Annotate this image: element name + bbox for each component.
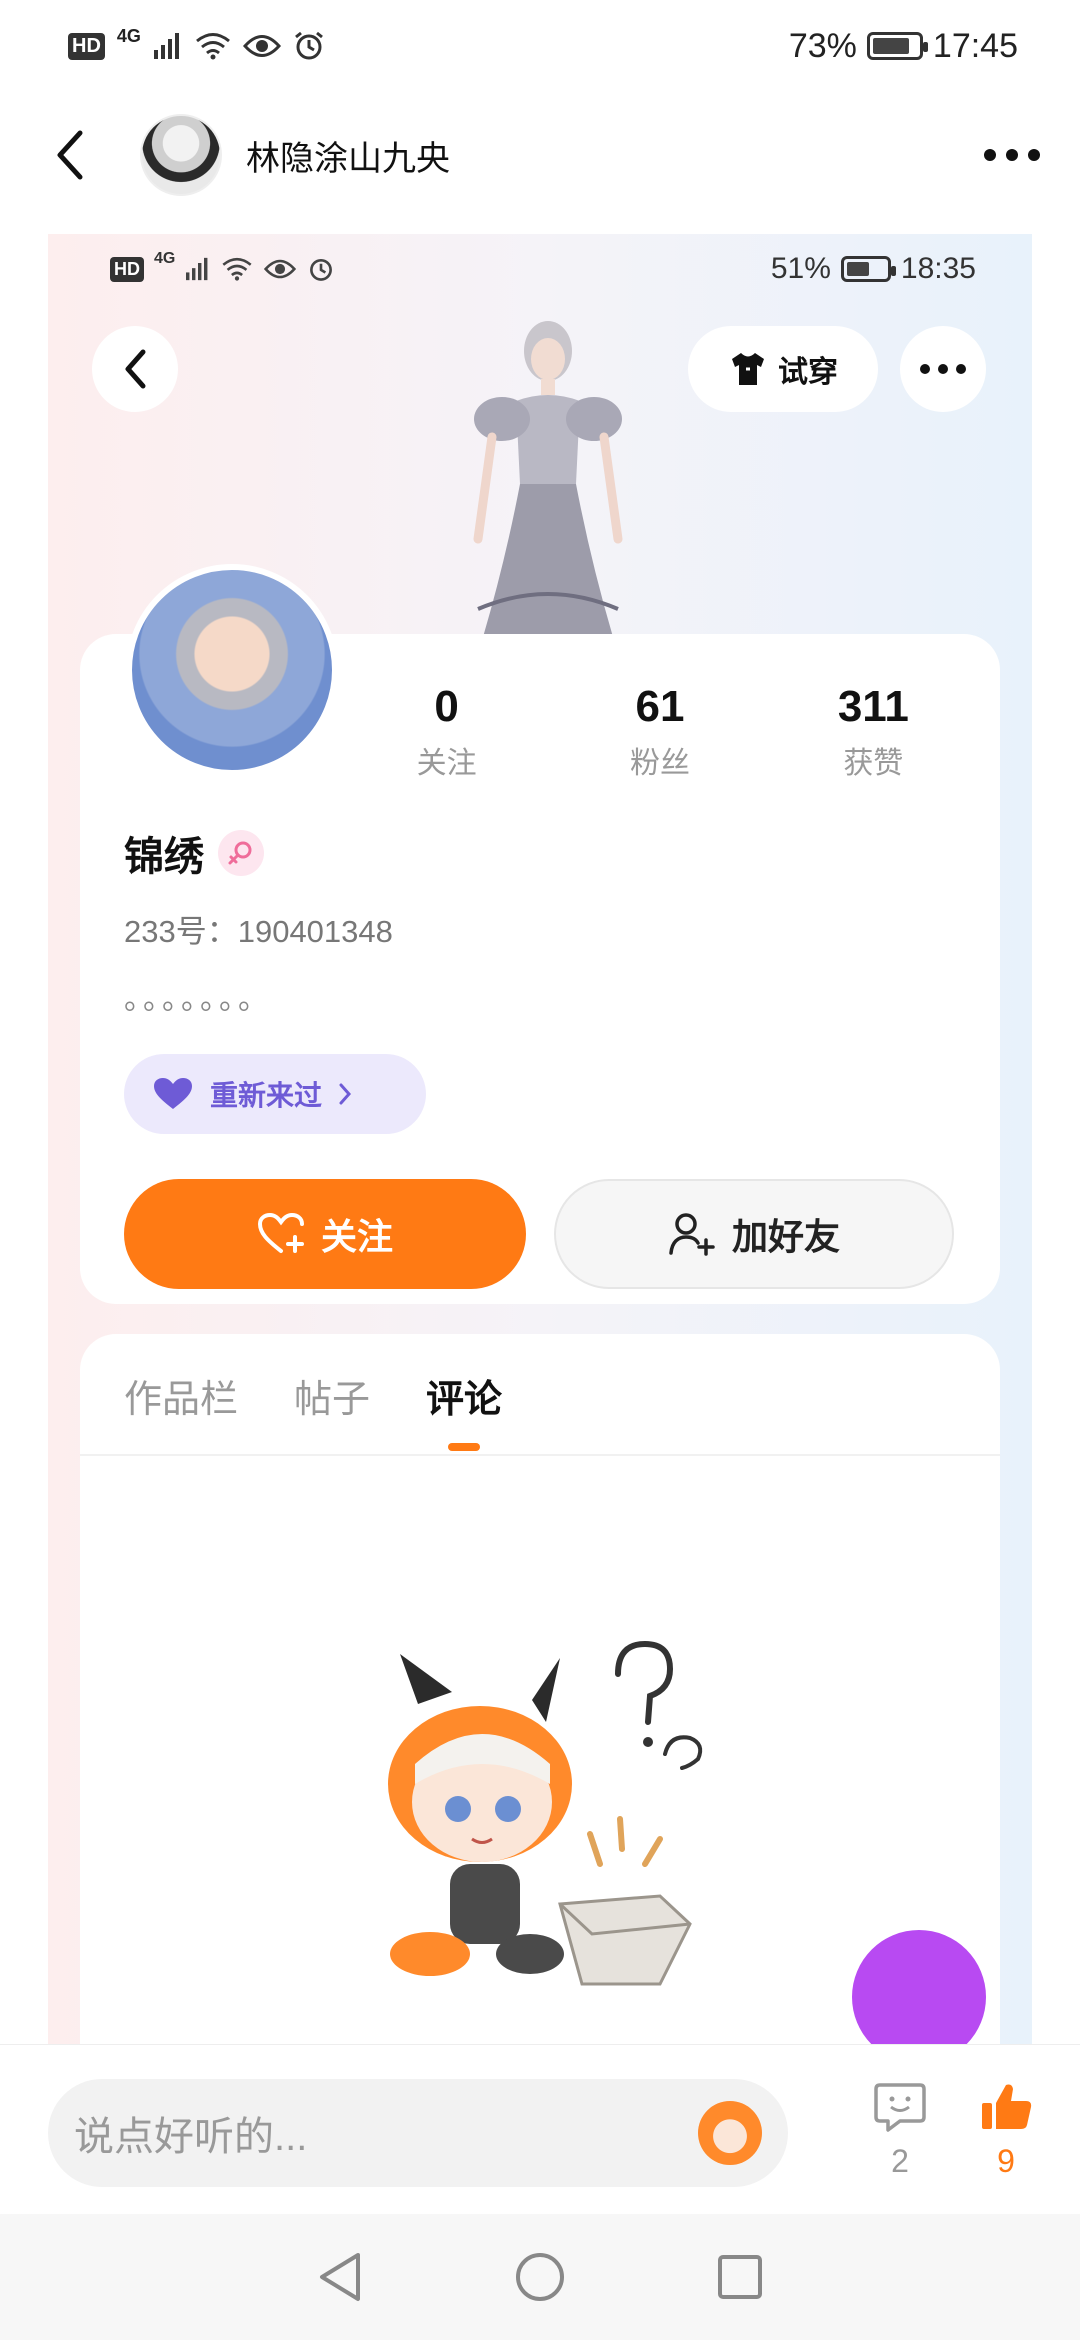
alarm-icon [310, 258, 333, 281]
status-right: 73% 17:45 [789, 27, 1018, 66]
chevron-left-icon [125, 349, 146, 389]
battery-fill [846, 262, 870, 276]
wifi-icon [222, 257, 252, 281]
comment-input[interactable]: 说点好听的... [48, 2079, 788, 2187]
heart-icon [154, 1078, 192, 1109]
chevron-left-icon [57, 130, 83, 180]
content-tabs-card: 作品栏 帖子 评论 [80, 1334, 1000, 2044]
inner-status-right: 51% 18:35 [771, 252, 976, 286]
nav-recents-icon[interactable] [716, 2253, 764, 2301]
stat-label: 关注 [416, 747, 477, 780]
username: 锦绣 [124, 835, 204, 879]
add-friend-label: 加好友 [731, 1216, 840, 1257]
inner-back-button[interactable] [92, 326, 178, 412]
signal-icon [153, 33, 179, 59]
follow-button[interactable]: 关注 [124, 1179, 526, 1289]
more-button[interactable] [984, 149, 1040, 161]
like-count: 9 [997, 2143, 1015, 2179]
thumbs-up-icon [982, 2084, 1032, 2129]
female-symbol-icon [228, 841, 252, 865]
more-dot-icon [984, 149, 996, 161]
hd-badge: HD [68, 32, 105, 60]
add-user-icon [669, 1213, 715, 1256]
battery-percent: 51% [770, 252, 831, 285]
bio: 。。。。。。。 [124, 983, 272, 1016]
follow-label: 关注 [320, 1216, 393, 1257]
comment-icon [874, 2083, 926, 2132]
inner-more-button[interactable] [900, 326, 986, 412]
header: 林隐涂山九央 [0, 100, 1080, 210]
system-nav-bar [0, 2214, 1080, 2340]
chevron-right-icon [339, 1083, 352, 1105]
heart-plus-icon [257, 1213, 304, 1253]
stat-value: 61 [635, 682, 685, 731]
shirt-icon [732, 353, 764, 385]
embedded-screenshot[interactable]: HD 4G 51% 18:35 试穿 0 关注 61 粉丝 311 获赞 锦绣 … [48, 234, 1032, 2044]
profile-avatar[interactable] [126, 564, 338, 776]
comment-button[interactable]: 2 [860, 2081, 940, 2180]
stat-followers[interactable]: 61 粉丝 [553, 682, 766, 782]
tab-comments[interactable]: 评论 [426, 1368, 502, 1423]
inner-status-left: HD 4G [110, 250, 335, 283]
username-row: 锦绣 [124, 824, 264, 882]
alarm-icon [294, 31, 323, 60]
clock: 17:45 [932, 26, 1018, 65]
tab-posts[interactable]: 帖子 [294, 1368, 370, 1423]
battery-fill [872, 38, 910, 54]
battery-icon [866, 32, 928, 60]
nav-home-icon[interactable] [514, 2251, 566, 2303]
stat-likes[interactable]: 311 获赞 [767, 682, 980, 782]
more-dot-icon [1028, 149, 1040, 161]
eye-icon [264, 259, 297, 279]
female-icon [218, 830, 264, 876]
comment-count: 2 [891, 2143, 909, 2179]
page-title: 林隐涂山九央 [246, 139, 450, 178]
divider [80, 1454, 1000, 1456]
avatar[interactable] [140, 114, 222, 196]
signal-icon [186, 257, 208, 281]
hd-badge: HD [110, 256, 144, 282]
try-on-button[interactable]: 试穿 [688, 326, 878, 412]
status-left: HD 4G [68, 26, 325, 62]
like-button[interactable]: 9 [966, 2081, 1046, 2180]
stat-following[interactable]: 0 关注 [340, 682, 553, 782]
battery-percent: 73% [788, 26, 857, 65]
restart-label: 重新来过 [210, 1080, 323, 1111]
more-icon [920, 364, 966, 374]
comment-placeholder: 说点好听的... [74, 2115, 308, 2159]
network-label: 4G [154, 250, 176, 267]
restart-button[interactable]: 重新来过 [124, 1054, 426, 1134]
try-on-label: 试穿 [778, 356, 838, 389]
tab-bar: 作品栏 帖子 评论 [124, 1368, 502, 1423]
stat-label: 获赞 [843, 747, 904, 780]
empty-state-illustration [388, 1640, 703, 1986]
network-label: 4G [116, 25, 141, 46]
inner-status-bar: HD 4G 51% 18:35 [48, 234, 1032, 304]
stats-row: 0 关注 61 粉丝 311 获赞 [340, 682, 980, 782]
clock: 18:35 [900, 252, 976, 285]
more-dot-icon [1006, 149, 1018, 161]
stat-label: 粉丝 [629, 747, 690, 780]
stat-value: 0 [434, 682, 459, 731]
status-bar: HD 4G 73% 17:45 [0, 0, 1080, 92]
mascot-icon[interactable] [698, 2101, 762, 2165]
eye-icon [242, 35, 281, 57]
add-friend-button[interactable]: 加好友 [554, 1179, 954, 1289]
tab-works[interactable]: 作品栏 [124, 1368, 238, 1423]
back-button[interactable] [40, 125, 100, 185]
battery-icon [840, 256, 896, 282]
nav-back-icon[interactable] [316, 2251, 364, 2303]
stat-value: 311 [837, 682, 909, 731]
wifi-icon [195, 33, 230, 60]
comment-bar: 说点好听的... 2 9 [0, 2044, 1080, 2214]
user-id: 233号：190401348 [124, 914, 393, 949]
